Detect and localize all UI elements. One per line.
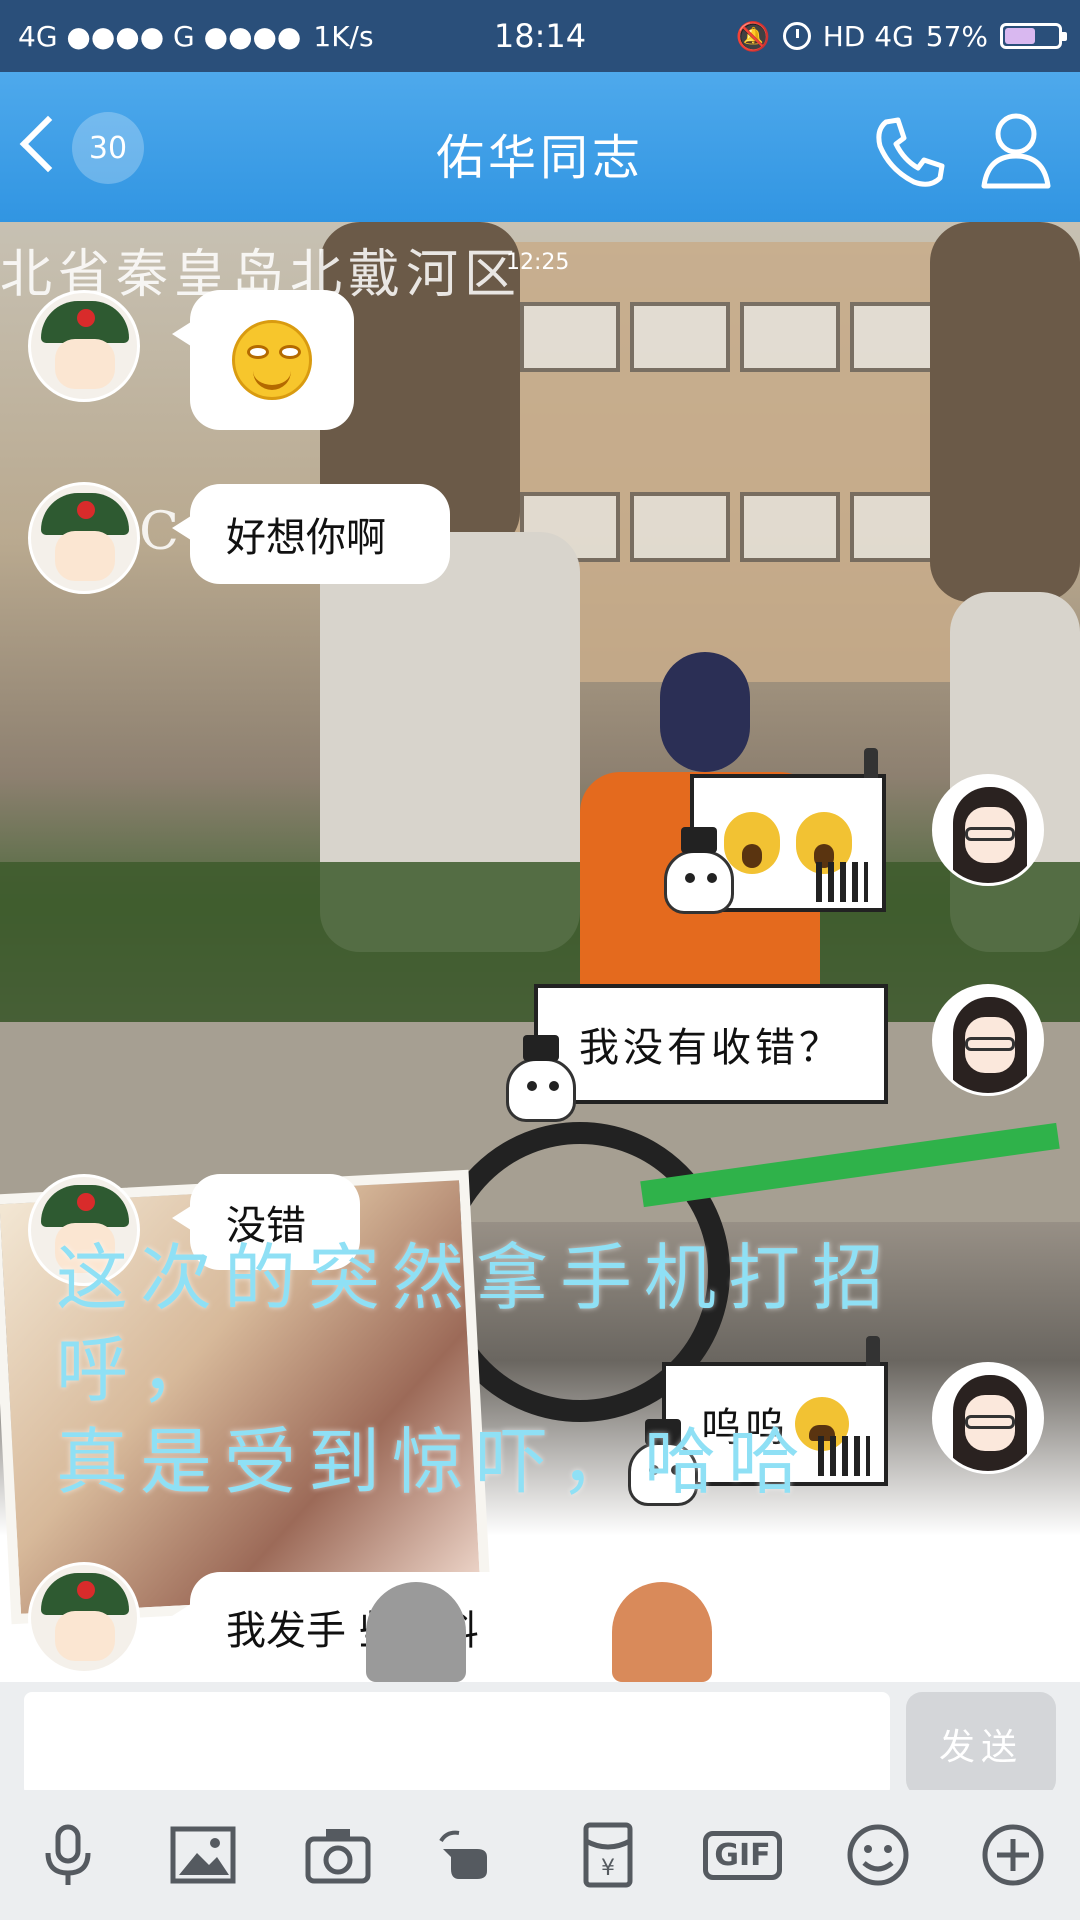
svg-text:¥: ¥	[601, 1856, 615, 1881]
message-bubble[interactable]: 好想你啊	[172, 484, 450, 584]
gif-icon[interactable]: GIF	[703, 1817, 782, 1893]
gif-label: GIF	[703, 1830, 782, 1880]
image-icon[interactable]	[165, 1817, 241, 1893]
contact-avatar[interactable]	[28, 1562, 140, 1674]
message-timestamp: 12:25	[506, 250, 570, 275]
hand-icon[interactable]	[435, 1817, 511, 1893]
fence-decoration	[816, 862, 868, 902]
contact-avatar[interactable]	[28, 290, 140, 402]
emoji-icon[interactable]	[840, 1817, 916, 1893]
overlay-caption: 这次的突然拿手机打招呼， 真是受到惊吓，哈哈	[56, 1232, 1056, 1508]
network-indicator: 4G ●●●● G ●●●●	[18, 19, 302, 53]
battery-icon	[1000, 23, 1067, 49]
status-left: 4G ●●●● G ●●●● 1K/s	[18, 20, 374, 53]
overlay-caption-line: 真是受到惊吓，哈哈	[56, 1420, 813, 1504]
red-packet-icon[interactable]: ¥	[570, 1817, 646, 1893]
battery-percent: 57%	[925, 19, 988, 53]
battery-fill	[1005, 28, 1035, 44]
overlay-caption-line: 这次的突然拿手机打招呼，	[56, 1236, 897, 1412]
input-bar: 发送	[0, 1682, 1080, 1796]
phone-icon[interactable]	[870, 112, 950, 192]
mute-icon: 🔕	[735, 19, 771, 53]
title-bar: 30 佑华同志	[0, 72, 1080, 222]
peeking-character-boy	[612, 1582, 712, 1682]
message-input[interactable]	[24, 1692, 890, 1796]
network-type: HD 4G	[822, 19, 914, 53]
profile-icon[interactable]	[980, 110, 1052, 190]
scream-emoji-icon	[724, 812, 780, 874]
toolbar: ¥ GIF	[0, 1790, 1080, 1920]
mascot-decoration	[506, 1035, 576, 1122]
background-rider	[660, 652, 750, 772]
my-avatar[interactable]	[932, 774, 1044, 886]
alarm-icon	[782, 22, 811, 50]
status-right: 🔕 HD 4G 57%	[735, 19, 1067, 53]
send-button[interactable]: 发送	[906, 1692, 1056, 1796]
status-bar: 4G ●●●● G ●●●● 1K/s 18:14 🔕 HD 4G 57%	[0, 0, 1080, 72]
microphone-icon[interactable]	[30, 1817, 106, 1893]
chat-area[interactable]: 北省秦皇岛北戴河区 0°C 12:25 好想你啊 我没有收错？ 没错	[0, 222, 1080, 1682]
contact-avatar[interactable]	[28, 482, 140, 594]
background-tree	[930, 222, 1080, 602]
smile-emoji-icon	[232, 320, 312, 400]
network-speed: 1K/s	[313, 19, 374, 53]
my-avatar[interactable]	[932, 984, 1044, 1096]
message-bubble[interactable]	[172, 290, 354, 430]
camera-icon[interactable]	[300, 1817, 376, 1893]
plus-icon[interactable]	[975, 1817, 1051, 1893]
peeking-character-gray	[366, 1582, 466, 1682]
message-bubble[interactable]: 我没有收错？	[534, 984, 888, 1104]
mascot-decoration	[664, 827, 734, 914]
lamp-decoration	[864, 748, 878, 778]
